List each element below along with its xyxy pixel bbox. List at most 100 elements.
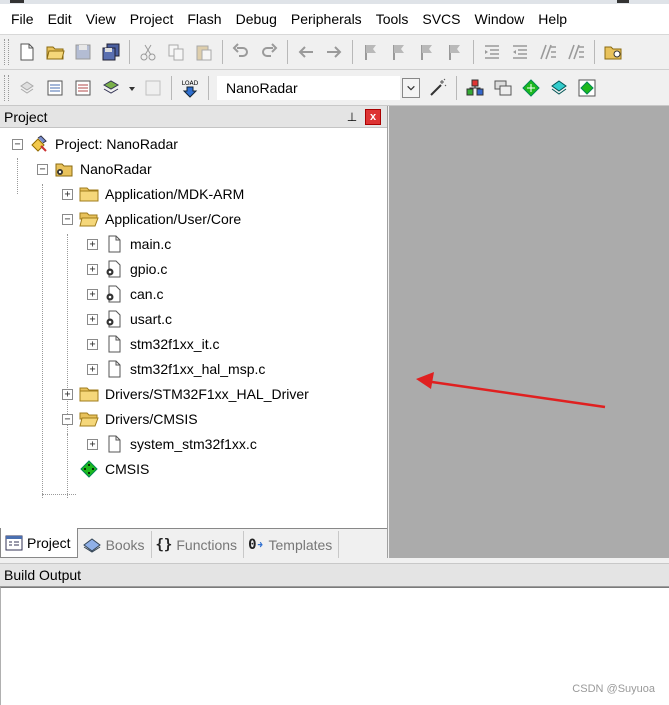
save-all-button[interactable] [99,40,123,64]
tree-node-file[interactable]: + can.c [87,282,163,306]
uncomment-icon [568,44,584,60]
prev-bookmark-button[interactable] [387,40,411,64]
build-output-pane[interactable]: CSDN @Suyuoa [0,587,669,705]
toolbar-separator [594,40,595,64]
tree-node-target[interactable]: − NanoRadar [37,157,152,181]
file-gear-icon [104,260,124,278]
menu-help[interactable]: Help [531,4,574,34]
file-gear-icon [104,285,124,303]
expand-toggle[interactable]: + [87,263,98,275]
cut-button[interactable] [136,40,160,64]
close-panel-button[interactable]: x [365,109,381,125]
target-options-button[interactable] [426,76,450,100]
tab-books[interactable]: Books [78,531,152,558]
tree-node-file[interactable]: + main.c [87,232,171,256]
batch-build-button[interactable] [99,76,123,100]
expand-toggle[interactable]: + [87,288,98,300]
tree-node-file[interactable]: + system_stm32f1xx.c [87,432,257,456]
file-extensions-button[interactable] [463,76,487,100]
pack-installer-button[interactable] [547,76,571,100]
menu-flash[interactable]: Flash [180,4,228,34]
arrow-left-icon [298,46,313,58]
menu-edit[interactable]: Edit [41,4,79,34]
file-extensions-icon [466,79,484,95]
collapse-toggle[interactable]: − [62,213,73,225]
comment-button[interactable] [536,40,560,64]
menu-debug[interactable]: Debug [229,4,284,34]
translate-button[interactable] [15,76,39,100]
expand-toggle[interactable]: + [87,338,98,350]
tree-node-cmsis[interactable]: CMSIS [79,457,149,481]
toolbar-separator [456,75,457,100]
navigate-forward-button[interactable] [322,40,346,64]
comment-icon [540,44,556,60]
expand-toggle[interactable]: + [62,188,73,200]
tree-node-project[interactable]: − Project: NanoRadar [12,132,178,156]
pack-diamond-icon [551,79,567,95]
expand-toggle[interactable]: + [87,438,98,450]
batch-build-dropdown[interactable] [127,76,137,100]
find-folder-icon [604,46,622,60]
collapse-toggle[interactable]: − [12,138,23,150]
expand-toggle[interactable]: + [87,313,98,325]
download-button[interactable]: LOAD [178,76,202,100]
indent-button[interactable] [480,40,504,64]
insert-bookmark-button[interactable] [359,40,383,64]
uncomment-button[interactable] [564,40,588,64]
expand-toggle[interactable]: + [62,388,73,400]
tab-project[interactable]: Project [0,528,78,558]
rebuild-button[interactable] [71,76,95,100]
menu-file[interactable]: File [4,4,41,34]
tree-node-group[interactable]: − Application/User/Core [62,207,241,231]
navigate-back-button[interactable] [294,40,318,64]
software-packs-button[interactable] [575,76,599,100]
build-output-header: Build Output [0,563,669,587]
menu-svcs[interactable]: SVCS [415,4,467,34]
open-file-button[interactable] [43,40,67,64]
collapse-toggle[interactable]: − [62,413,73,425]
clear-bookmarks-button[interactable] [443,40,467,64]
expand-toggle[interactable]: + [87,363,98,375]
tree-node-file[interactable]: + gpio.c [87,257,167,281]
tree-node-file[interactable]: + stm32f1xx_it.c [87,332,219,356]
target-select[interactable]: NanoRadar [217,75,400,100]
menu-project[interactable]: Project [123,4,181,34]
tab-functions[interactable]: {} Functions [152,531,245,558]
target-dropdown-button[interactable] [402,77,420,98]
folder-closed-icon [79,385,99,403]
redo-button[interactable] [257,40,281,64]
expand-toggle[interactable]: + [87,238,98,250]
pin-icon[interactable]: ⊥ [345,109,359,125]
tree-node-label: NanoRadar [80,161,152,177]
copy-button[interactable] [164,40,188,64]
paste-button[interactable] [192,40,216,64]
project-icon [29,135,49,153]
menu-view[interactable]: View [79,4,123,34]
stop-build-button[interactable] [141,76,165,100]
menu-tools[interactable]: Tools [369,4,416,34]
tree-node-group[interactable]: + Drivers/STM32F1xx_HAL_Driver [62,382,309,406]
file-icon [104,360,124,378]
menu-peripherals[interactable]: Peripherals [284,4,369,34]
file-toolbar [0,34,669,70]
toolbar-grip[interactable] [4,39,9,65]
toolbar-grip[interactable] [4,74,9,101]
find-in-files-button[interactable] [601,40,625,64]
tab-templates[interactable]: 0 Templates [244,531,340,558]
save-button[interactable] [71,40,95,64]
tree-node-group[interactable]: + Application/MDK-ARM [62,182,244,206]
menu-window[interactable]: Window [468,4,532,34]
build-button[interactable] [43,76,67,100]
new-file-button[interactable] [15,40,39,64]
undo-button[interactable] [229,40,253,64]
tree-node-file[interactable]: + usart.c [87,307,172,331]
manage-run-time-button[interactable] [519,76,543,100]
tree-node-group[interactable]: − Drivers/CMSIS [62,407,198,431]
tree-node-label: Drivers/STM32F1xx_HAL_Driver [105,386,309,402]
next-bookmark-button[interactable] [415,40,439,64]
tab-label: Books [105,536,145,553]
select-books-button[interactable] [491,76,515,100]
tree-node-file[interactable]: + stm32f1xx_hal_msp.c [87,357,265,381]
unindent-button[interactable] [508,40,532,64]
collapse-toggle[interactable]: − [37,163,48,175]
